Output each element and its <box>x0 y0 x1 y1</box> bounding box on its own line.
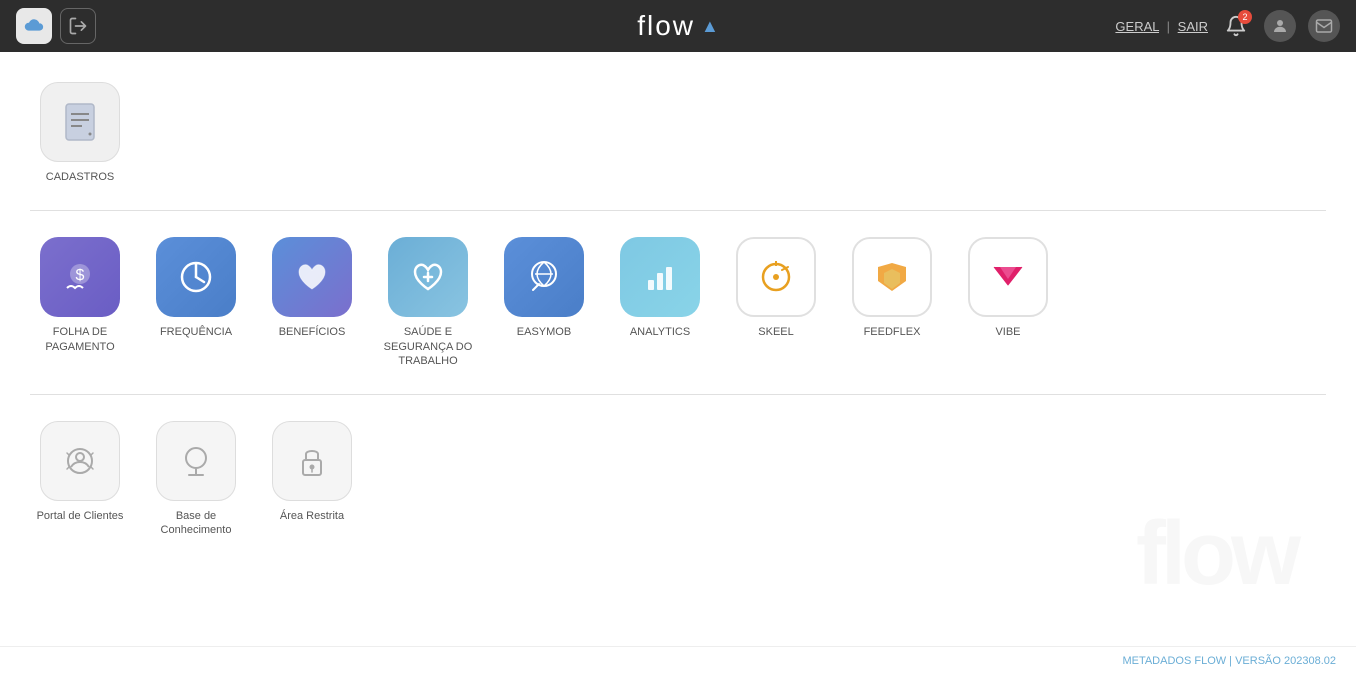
main-content: CADASTROS $ FOLHA DE PAGAMENTO <box>0 52 1356 646</box>
saude-label: SAÚDE E SEGURANÇA DO TRABALHO <box>378 325 478 368</box>
easymob-label: EASYMOB <box>517 325 571 339</box>
app-portal[interactable]: Portal de Clientes <box>30 421 130 538</box>
app-vibe[interactable]: VIBE <box>958 237 1058 368</box>
skeel-icon <box>736 237 816 317</box>
section-tools: Portal de Clientes Base de Conhecimento <box>30 411 1326 548</box>
app-feedflex[interactable]: FEEDFLEX <box>842 237 942 368</box>
analytics-icon <box>620 237 700 317</box>
logo-arrow-icon: ▲ <box>701 16 719 37</box>
app-beneficios[interactable]: BENEFÍCIOS <box>262 237 362 368</box>
tools-row: Portal de Clientes Base de Conhecimento <box>30 411 1326 548</box>
app-analytics[interactable]: ANALYTICS <box>610 237 710 368</box>
skeel-label: SKEEL <box>758 325 793 339</box>
logo-text: flow <box>637 10 695 42</box>
notification-badge: 2 <box>1238 10 1252 24</box>
analytics-label: ANALYTICS <box>630 325 690 339</box>
divider-1 <box>30 210 1326 211</box>
logo-area: flow ▲ <box>637 10 719 42</box>
base-icon <box>156 421 236 501</box>
cadastros-icon <box>40 82 120 162</box>
vibe-icon <box>968 237 1048 317</box>
user-avatar[interactable] <box>1264 10 1296 42</box>
vibe-label: VIBE <box>995 325 1020 339</box>
folha-icon: $ <box>40 237 120 317</box>
divider-2 <box>30 394 1326 395</box>
frequencia-label: FREQUÊNCIA <box>160 325 232 339</box>
saude-icon <box>388 237 468 317</box>
folha-label: FOLHA DE PAGAMENTO <box>30 325 130 354</box>
app-saude[interactable]: SAÚDE E SEGURANÇA DO TRABALHO <box>378 237 478 368</box>
app-skeel[interactable]: SKEEL <box>726 237 826 368</box>
notification-button[interactable]: 2 <box>1220 10 1252 42</box>
feedflex-icon <box>852 237 932 317</box>
portal-icon <box>40 421 120 501</box>
header-right: GERAL | SAIR 2 <box>1115 10 1340 42</box>
base-label: Base de Conhecimento <box>146 509 246 538</box>
header-left <box>16 8 96 44</box>
frequencia-icon <box>156 237 236 317</box>
restrita-icon <box>272 421 352 501</box>
easymob-icon <box>504 237 584 317</box>
app-cadastros[interactable]: CADASTROS <box>30 82 130 184</box>
header-nav-links: GERAL | SAIR <box>1115 19 1208 34</box>
main-apps-row: $ FOLHA DE PAGAMENTO FREQUÊNCIA <box>30 227 1326 378</box>
feedflex-label: FEEDFLEX <box>864 325 921 339</box>
beneficios-label: BENEFÍCIOS <box>279 325 346 339</box>
section-cadastros: CADASTROS <box>30 72 1326 194</box>
cloud-icon-button[interactable] <box>16 8 52 44</box>
geral-link[interactable]: GERAL <box>1115 19 1159 34</box>
restrita-label: Área Restrita <box>280 509 344 523</box>
app-easymob[interactable]: EASYMOB <box>494 237 594 368</box>
footer: METADADOS FLOW | VERSÃO 202308.02 <box>0 646 1356 675</box>
logout-icon-button[interactable] <box>60 8 96 44</box>
cadastros-row: CADASTROS <box>30 72 1326 194</box>
portal-label: Portal de Clientes <box>37 509 124 523</box>
app-frequencia[interactable]: FREQUÊNCIA <box>146 237 246 368</box>
mail-button[interactable] <box>1308 10 1340 42</box>
sair-link[interactable]: SAIR <box>1178 19 1208 34</box>
header: flow ▲ GERAL | SAIR 2 <box>0 0 1356 52</box>
app-base[interactable]: Base de Conhecimento <box>146 421 246 538</box>
beneficios-icon <box>272 237 352 317</box>
footer-text: METADADOS FLOW | VERSÃO 202308.02 <box>1122 655 1336 667</box>
app-folha[interactable]: $ FOLHA DE PAGAMENTO <box>30 237 130 368</box>
svg-text:$: $ <box>76 267 85 284</box>
section-main-apps: $ FOLHA DE PAGAMENTO FREQUÊNCIA <box>30 227 1326 378</box>
cadastros-label: CADASTROS <box>46 170 114 184</box>
app-restrita[interactable]: Área Restrita <box>262 421 362 538</box>
